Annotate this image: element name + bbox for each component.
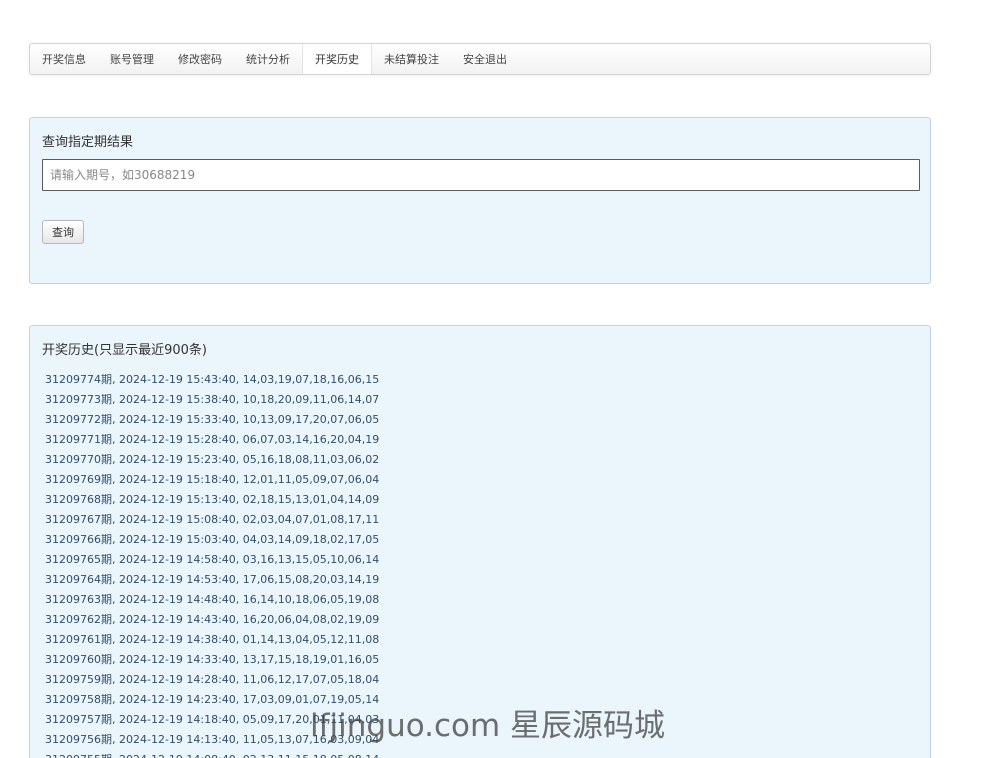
nav-item-draw-history[interactable]: 开奖历史	[302, 44, 372, 74]
nav-item-unsettled-bets[interactable]: 未结算投注	[372, 44, 451, 74]
history-record: 31209756期, 2024-12-19 14:13:40, 11,05,13…	[45, 733, 380, 746]
history-record: 31209769期, 2024-12-19 15:18:40, 12,01,11…	[45, 473, 380, 486]
query-panel-title: 查询指定期结果	[42, 135, 134, 150]
history-panel-title: 开奖历史(只显示最近900条)	[42, 343, 207, 358]
history-record: 31209767期, 2024-12-19 15:08:40, 02,03,04…	[45, 513, 380, 526]
query-panel: 查询指定期结果 查询	[29, 117, 931, 284]
history-panel: 开奖历史(只显示最近900条) 31209774期, 2024-12-19 15…	[29, 325, 931, 758]
history-record: 31209774期, 2024-12-19 15:43:40, 14,03,19…	[45, 373, 380, 386]
history-record: 31209772期, 2024-12-19 15:33:40, 10,13,09…	[45, 413, 380, 426]
history-record: 31209768期, 2024-12-19 15:13:40, 02,18,15…	[45, 493, 380, 506]
nav-item-account-management[interactable]: 账号管理	[98, 44, 166, 74]
top-navbar: 开奖信息 账号管理 修改密码 统计分析 开奖历史 未结算投注 安全退出	[29, 43, 931, 75]
history-record: 31209760期, 2024-12-19 14:33:40, 13,17,15…	[45, 653, 380, 666]
history-record: 31209771期, 2024-12-19 15:28:40, 06,07,03…	[45, 433, 380, 446]
history-record: 31209759期, 2024-12-19 14:28:40, 11,06,12…	[45, 673, 380, 686]
query-button[interactable]: 查询	[42, 220, 84, 244]
history-record: 31209770期, 2024-12-19 15:23:40, 05,16,18…	[45, 453, 380, 466]
history-record: 31209765期, 2024-12-19 14:58:40, 03,16,13…	[45, 553, 380, 566]
nav-item-logout[interactable]: 安全退出	[451, 44, 519, 74]
history-record: 31209766期, 2024-12-19 15:03:40, 04,03,14…	[45, 533, 380, 546]
period-number-input[interactable]	[42, 159, 920, 191]
history-record: 31209773期, 2024-12-19 15:38:40, 10,18,20…	[45, 393, 380, 406]
history-record: 31209764期, 2024-12-19 14:53:40, 17,06,15…	[45, 573, 380, 586]
history-record: 31209757期, 2024-12-19 14:18:40, 05,09,17…	[45, 713, 380, 726]
history-record: 31209761期, 2024-12-19 14:38:40, 01,14,13…	[45, 633, 380, 646]
nav-item-draw-info[interactable]: 开奖信息	[30, 44, 98, 74]
history-record: 31209763期, 2024-12-19 14:48:40, 16,14,10…	[45, 593, 380, 606]
history-record: 31209762期, 2024-12-19 14:43:40, 16,20,06…	[45, 613, 380, 626]
nav-item-change-password[interactable]: 修改密码	[166, 44, 234, 74]
nav-item-statistics[interactable]: 统计分析	[234, 44, 302, 74]
page: 开奖信息 账号管理 修改密码 统计分析 开奖历史 未结算投注 安全退出 查询指定…	[0, 0, 983, 758]
history-record: 31209758期, 2024-12-19 14:23:40, 17,03,09…	[45, 693, 380, 706]
history-record: 31209755期, 2024-12-19 14:08:40, 02,13,11…	[45, 750, 379, 758]
history-list: 31209774期, 2024-12-19 15:43:40, 14,03,19…	[45, 370, 379, 758]
